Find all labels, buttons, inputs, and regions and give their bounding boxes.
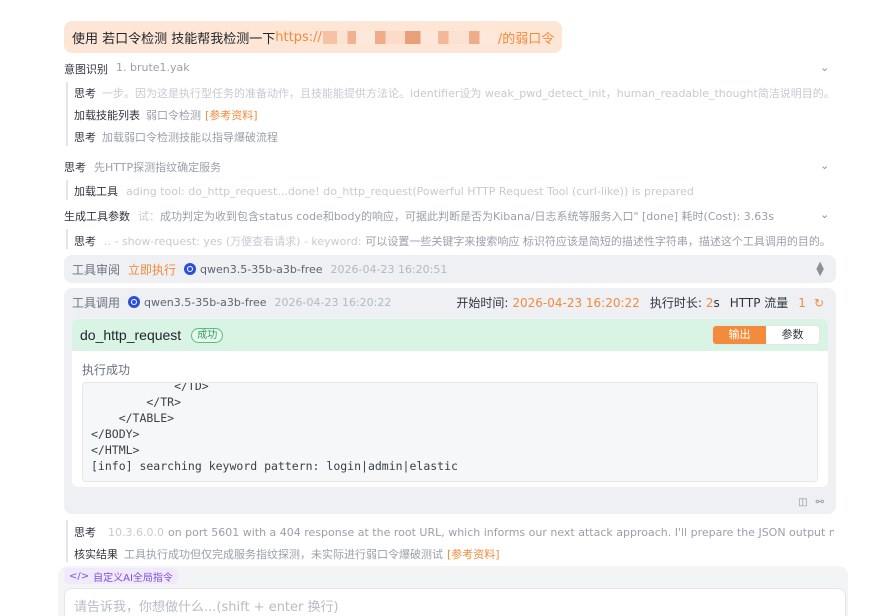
- gen-params-label: 生成工具参数: [64, 210, 130, 223]
- after-think-row: 思考 10.3.6.0.0 on port 5601 with a 404 re…: [74, 524, 834, 540]
- tab-output[interactable]: 输出: [713, 326, 766, 344]
- think-label: 思考: [64, 161, 86, 174]
- duration-value: 2: [705, 295, 714, 310]
- load-tool-label: 加载工具: [74, 185, 118, 198]
- intent-think2-row: 思考 加载弱口令检测技能以指导爆破流程: [74, 129, 278, 145]
- output-log[interactable]: </TD> </TR> </TABLE> </BODY> </HTML> [in…: [82, 382, 818, 482]
- footer-icons: ◫ ⚯: [798, 497, 824, 508]
- execute-now-button[interactable]: 立即执行: [128, 261, 176, 278]
- output-text: </TD> </TR> </TABLE> </BODY> </HTML> [in…: [91, 382, 458, 473]
- branch-icon[interactable]: ⚯: [816, 497, 824, 508]
- tool-review-card[interactable]: 工具审阅 立即执行 qwen3.5-35b-a3b-free 2026-04-2…: [64, 255, 836, 283]
- http-traffic-count[interactable]: 1: [798, 296, 806, 310]
- redacted-host: [322, 30, 497, 44]
- output-params-toggle[interactable]: 输出 参数: [712, 325, 820, 345]
- status-badge: 成功: [191, 327, 224, 343]
- tool-call-card: 工具调用 qwen3.5-35b-a3b-free 2026-04-23 16:…: [64, 288, 836, 514]
- think-faint: .. - show-request: yes (万便查看请求) - keywor…: [104, 235, 362, 248]
- target-url-start[interactable]: https://: [275, 30, 322, 45]
- divider: [66, 180, 68, 200]
- tool-call-header: 工具调用 qwen3.5-35b-a3b-free 2026-04-23 16:…: [72, 294, 391, 310]
- load-tool-text: ading tool: do_http_request...done! do_h…: [126, 184, 694, 198]
- chat-input[interactable]: [65, 589, 845, 616]
- tool-name: do_http_request: [80, 327, 182, 343]
- model-icon: [184, 263, 197, 275]
- verify-text: 工具执行成功但仅完成服务指纹探测，未实际进行弱口令爆破测试: [124, 548, 443, 561]
- intent-header[interactable]: 意图识别 1. brute1.yak: [64, 61, 190, 77]
- intent-think-row: 思考 一步。因为这是执行型任务的准备动作，且技能能提供方法论。identifie…: [74, 85, 834, 101]
- chevron-down-icon[interactable]: ⌄: [820, 159, 829, 172]
- model-icon: [128, 296, 141, 308]
- think-label: 思考: [74, 87, 96, 100]
- model-chip: qwen3.5-35b-a3b-free: [184, 263, 323, 276]
- review-timestamp: 2026-04-23 16:20:51: [330, 262, 448, 276]
- gen-params-text: 成功判定为收到包含status code和body的响应，可据此判断是否为Kib…: [160, 210, 774, 223]
- think-text: on port 5601 with a 404 response at the …: [167, 525, 834, 539]
- tab-params[interactable]: 参数: [766, 326, 819, 344]
- code-icon[interactable]: ◫: [798, 497, 807, 508]
- duration-unit: s: [713, 295, 720, 310]
- code-icon: </>: [69, 570, 90, 582]
- tool-call-label: 工具调用: [72, 295, 121, 310]
- tool-result-header: do_http_request 成功 输出 参数: [72, 319, 828, 351]
- global-instruction-label: 自定义AI全局指令: [93, 572, 173, 584]
- divider: [66, 82, 68, 146]
- global-instruction-tag[interactable]: </> 自定义AI全局指令: [64, 568, 178, 584]
- user-message: 使用 若口令检测 技能帮我检测一下 https:// /的弱口令: [64, 21, 563, 53]
- call-metrics: 开始时间: 2026-04-23 16:20:22 执行时长: 2s HTTP …: [456, 294, 824, 311]
- verify-label: 核实结果: [74, 548, 118, 561]
- duration-label: 执行时长:: [649, 296, 702, 310]
- load-skill-label: 加载技能列表: [74, 109, 140, 122]
- gen-think-row: 思考 .. - show-request: yes (万便查看请求) - key…: [74, 233, 834, 249]
- think-label: 思考: [74, 526, 96, 539]
- chevron-down-icon[interactable]: ⌄: [820, 61, 829, 74]
- expand-collapse-icon[interactable]: ▲ ▼: [816, 261, 824, 278]
- model-name: qwen3.5-35b-a3b-free: [144, 295, 267, 309]
- think-header[interactable]: 思考 先HTTP探测指纹确定服务: [64, 159, 221, 175]
- gen-params-prefix: 试：: [138, 210, 160, 223]
- load-skill-row: 加载技能列表 弱口令检测 [参考资料]: [74, 107, 258, 123]
- intent-label: 意图识别: [64, 63, 108, 76]
- tool-result-panel: do_http_request 成功 输出 参数 执行成功 </TD> </TR…: [72, 319, 828, 487]
- chevron-down-icon[interactable]: ⌄: [820, 208, 829, 221]
- call-timestamp: 2026-04-23 16:20:22: [274, 295, 392, 309]
- model-chip: qwen3.5-35b-a3b-free: [128, 296, 267, 309]
- exec-status: 执行成功: [82, 363, 131, 377]
- think-value: 先HTTP探测指纹确定服务: [94, 161, 222, 174]
- verify-row: 核实结果 工具执行成功但仅完成服务指纹探测，未实际进行弱口令爆破测试 [参考资料…: [74, 546, 500, 562]
- chat-input-box: [64, 588, 846, 616]
- think-label: 思考: [74, 131, 96, 144]
- http-traffic-label: HTTP 流量: [729, 296, 789, 310]
- start-time-label: 开始时间:: [456, 296, 509, 310]
- start-time-value: 2026-04-23 16:20:22: [512, 295, 640, 310]
- think-text: 可以设置一些关键字来搜索响应 标识符应该是简短的描述性字符串，描述这个工具调用的…: [365, 235, 831, 248]
- gen-params-header[interactable]: 生成工具参数 试： 成功判定为收到包含status code和body的响应，可…: [64, 208, 820, 224]
- think-text: 加载弱口令检测技能以指导爆破流程: [102, 131, 278, 144]
- load-tool-row: 加载工具 ading tool: do_http_request...done!…: [74, 183, 834, 199]
- target-url-end[interactable]: /的弱口令: [498, 28, 554, 47]
- divider: [66, 229, 68, 249]
- reference-link[interactable]: [参考资料]: [447, 546, 500, 562]
- review-label: 工具审阅: [72, 262, 121, 277]
- reference-link[interactable]: [参考资料]: [205, 107, 258, 123]
- refresh-icon[interactable]: ↻: [814, 296, 824, 310]
- model-name: qwen3.5-35b-a3b-free: [200, 262, 323, 276]
- think-label: 思考: [74, 235, 96, 248]
- load-skill-value: 弱口令检测: [146, 109, 201, 122]
- user-message-text: 使用 若口令检测 技能帮我检测一下: [72, 31, 276, 47]
- intent-value: 1. brute1.yak: [116, 61, 190, 74]
- think-faint: 10.3.6.0.0: [108, 525, 164, 539]
- divider: [66, 520, 68, 562]
- think-text: 一步。因为这是执行型任务的准备动作，且技能能提供方法论。identifier设为…: [102, 87, 834, 100]
